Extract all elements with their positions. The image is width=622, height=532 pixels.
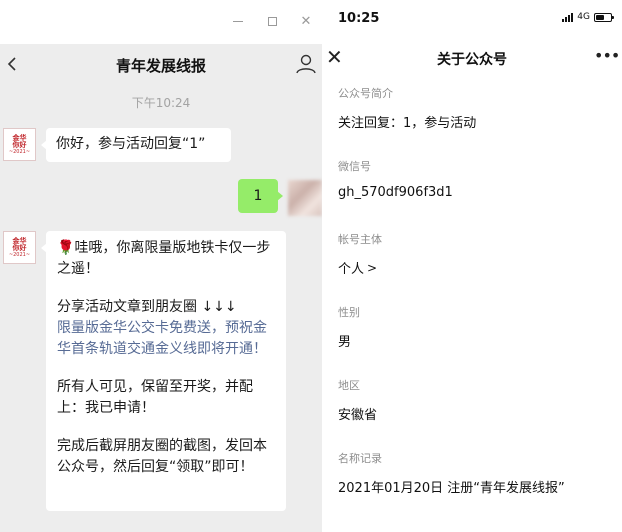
field-value: gh_570df906f3d1 [338,185,453,200]
field-label: 性别 [338,306,360,319]
chat-window: ✕ 青年发展线报 下午10:24 金华 你好 ~2021~ 你好，参与活动回复“… [0,0,322,532]
window-title-bar: ✕ [0,0,322,44]
close-window-button[interactable]: ✕ [298,13,314,29]
message-timestamp: 下午10:24 [131,96,191,110]
status-bar-time: 10:25 [338,11,380,26]
message-text: 哇哦，你离限量版地铁卡仅一步之遥！ [57,240,271,277]
message-paragraph: 🌹哇哦，你离限量版地铁卡仅一步之遥！ [57,238,275,280]
battery-icon [594,12,614,22]
field-name-history: 名称记录 2021年01月20日 注册“青年发展线报” [338,450,608,496]
message-paragraph: 分享活动文章到朋友圈 ↓↓↓ [57,299,237,315]
field-value: 安徽省 [338,408,378,423]
avatar-text-line3: ~2021~ [8,148,31,155]
owner-text: 个人 [338,262,365,277]
maximize-icon [267,16,277,26]
field-label: 公众号简介 [338,87,393,100]
field-label: 地区 [338,379,360,392]
avatar-text-line2: 你好 [12,140,27,149]
field-owner: 帐号主体 个人 > [338,231,608,277]
rose-icon: 🌹 [57,240,75,256]
field-intro: 公众号简介 关注回复：1，参与活动 [338,85,608,131]
field-gender: 性别 男 [338,304,608,350]
page-title: 关于公众号 [437,52,507,68]
avatar-text-line2: 你好 [12,243,27,252]
account-info-screen: 10:25 4G ✕ 关于公众号 ••• 公众号简介 关注回复：1，参与活动 微… [322,0,622,532]
more-button[interactable]: ••• [594,44,620,68]
field-region: 地区 安徽省 [338,377,608,423]
field-value: 男 [338,335,352,350]
field-label: 帐号主体 [338,233,382,246]
maximize-button[interactable] [264,13,280,29]
owner-link[interactable]: 个人 > [338,258,378,278]
chat-header: 青年发展线报 [0,44,322,84]
field-value: 2021年01月20日 注册“青年发展线报” [338,481,565,496]
nav-bar: ✕ 关于公众号 ••• [322,42,622,74]
incoming-message-long[interactable]: 🌹哇哦，你离限量版地铁卡仅一步之遥！ 分享活动文章到朋友圈 ↓↓↓ 限量版金华公… [41,231,286,511]
account-avatar[interactable]: 金华 你好 ~2021~ [3,128,36,161]
field-label: 名称记录 [338,452,382,465]
network-type: 4G [577,12,590,22]
account-avatar[interactable]: 金华 你好 ~2021~ [3,231,36,264]
my-avatar[interactable] [288,180,322,216]
field-wechat-id: 微信号 gh_570df906f3d1 [338,158,608,200]
close-icon: ✕ [300,13,312,29]
message-paragraph: 完成后截屏朋友圈的截图，发回本公众号，然后回复“领取”即可！ [57,438,267,475]
profile-button[interactable] [294,52,318,76]
message-paragraph: 所有人可见，保留至开奖，并配上：我已申请！ [57,379,253,416]
avatar-text-line3: ~2021~ [8,251,31,258]
minimize-icon [233,20,243,22]
chevron-right-icon: > [367,260,378,275]
status-bar-indicators: 4G [562,12,614,22]
field-value: 关注回复：1，参与活动 [338,116,477,131]
minimize-button[interactable] [230,13,246,29]
person-icon [296,54,316,74]
field-value: 个人 > [338,258,608,278]
message-link[interactable]: 限量版金华公交卡免费送，预祝金华首条轨道交通金义线即将开通！ [57,318,275,360]
field-label: 微信号 [338,160,371,173]
incoming-message[interactable]: 你好，参与活动回复“1” [41,128,231,162]
chat-title: 青年发展线报 [115,57,206,75]
outgoing-message[interactable]: 1 [238,179,283,213]
more-icon: ••• [594,46,620,65]
signal-icon [562,12,574,22]
